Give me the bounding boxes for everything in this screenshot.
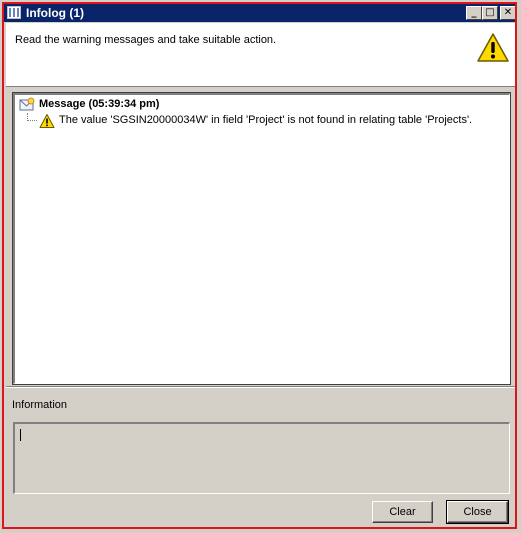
close-window-button[interactable]: ✕ [500, 6, 516, 20]
infolog-window: Infolog (1) _ □ ✕ Read the warning messa… [0, 0, 521, 533]
minimize-icon: _ [471, 7, 477, 18]
window-app-icon [7, 6, 21, 19]
message-tree[interactable]: Message (05:39:34 pm) The value 'SGSIN20… [12, 92, 511, 385]
minimize-button[interactable]: _ [466, 6, 482, 20]
information-textbox[interactable] [13, 422, 510, 494]
text-caret [20, 429, 21, 441]
clear-button[interactable]: Clear [372, 501, 433, 523]
warning-icon [39, 114, 55, 128]
instruction-text: Read the warning messages and take suita… [15, 34, 277, 46]
divider [6, 86, 516, 87]
title-bar[interactable]: Infolog (1) _ □ ✕ [4, 4, 517, 22]
divider-highlight [6, 387, 516, 388]
message-icon [19, 97, 35, 111]
warning-icon [477, 33, 509, 62]
maximize-icon: □ [485, 7, 495, 18]
maximize-button[interactable]: □ [482, 6, 498, 20]
header-area: Read the warning messages and take suita… [6, 23, 516, 86]
tree-connector [27, 120, 37, 122]
message-label: Message (05:39:34 pm) [39, 98, 160, 110]
close-button[interactable]: Close [446, 500, 509, 524]
warning-message-text: The value 'SGSIN20000034W' in field 'Pro… [59, 114, 473, 126]
close-icon: ✕ [503, 7, 513, 18]
information-label: Information [12, 399, 68, 411]
window-title: Infolog (1) [26, 6, 84, 20]
